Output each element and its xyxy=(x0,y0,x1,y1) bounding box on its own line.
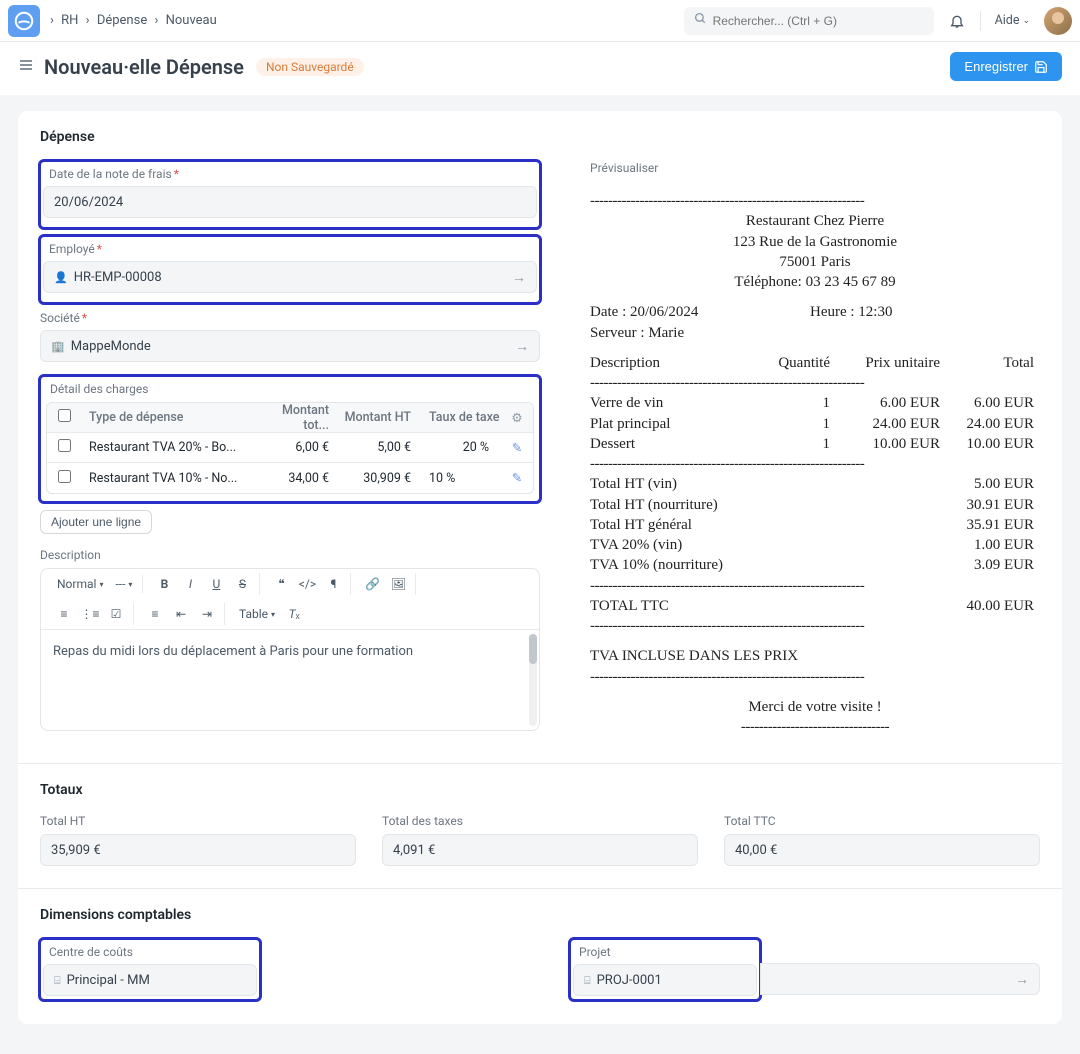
employee-field-highlight: Employé* 👤HR-EMP-00008 → xyxy=(40,236,540,303)
underline-icon[interactable]: U xyxy=(205,573,227,595)
employee-input[interactable]: 👤HR-EMP-00008 → xyxy=(43,261,537,293)
total-ht-label: Total HT xyxy=(40,814,356,828)
unsaved-badge: Non Sauvegardé xyxy=(256,58,364,76)
notifications-icon[interactable] xyxy=(948,12,966,30)
col-header-type: Type de dépense xyxy=(81,410,257,425)
total-ht-value: 35,909 € xyxy=(40,834,356,866)
description-label: Description xyxy=(40,548,540,562)
rich-text-editor: Normal ▾ --- ▾ B I U S ❝ </> ¶ xyxy=(40,568,540,731)
costcenter-label: Centre de coûts xyxy=(43,941,257,959)
arrow-right-icon[interactable]: → xyxy=(1015,971,1029,988)
align-left-icon[interactable]: ≡ xyxy=(144,603,166,625)
user-avatar[interactable] xyxy=(1044,7,1072,35)
pilcrow-icon[interactable]: ¶ xyxy=(322,573,344,595)
col-header-ht: Montant HT xyxy=(339,410,421,425)
image-icon[interactable]: 🖼 xyxy=(387,573,409,595)
row-checkbox[interactable] xyxy=(58,439,71,452)
app-logo[interactable] xyxy=(8,5,40,37)
rte-paragraph-select[interactable]: Normal ▾ xyxy=(53,575,107,593)
list-bullet-icon[interactable]: ⋮≡ xyxy=(79,603,101,625)
tree-icon: ⌸ xyxy=(584,974,591,987)
costcenter-input[interactable]: ⌸Principal - MM xyxy=(43,964,257,996)
col-header-total: Montant tot... xyxy=(257,403,339,433)
breadcrumb[interactable]: › RH › Dépense › Nouveau xyxy=(48,13,219,28)
company-input[interactable]: 🏢MappeMonde → xyxy=(40,330,540,362)
menu-toggle-icon[interactable] xyxy=(18,57,34,77)
table-row[interactable]: Restaurant TVA 10% - No... 34,00 € 30,90… xyxy=(47,463,533,493)
search-input[interactable] xyxy=(713,14,924,28)
date-field-highlight: Date de la note de frais* 20/06/2024 xyxy=(40,161,540,228)
row-checkbox[interactable] xyxy=(58,470,71,483)
table-row[interactable]: Restaurant TVA 20% - Bo... 6,00 € 5,00 €… xyxy=(47,433,533,463)
total-ttc-label: Total TTC xyxy=(724,814,1040,828)
clear-format-icon[interactable]: Tₓ xyxy=(283,603,305,625)
charges-label: Détail des charges xyxy=(46,382,534,396)
indent-decrease-icon[interactable]: ⇤ xyxy=(170,603,192,625)
project-input[interactable]: ⌸PROJ-0001 xyxy=(573,964,757,996)
arrow-right-icon[interactable]: → xyxy=(512,269,526,286)
building-icon: 🏢 xyxy=(51,340,65,353)
bold-icon[interactable]: B xyxy=(153,573,175,595)
italic-icon[interactable]: I xyxy=(179,573,201,595)
rte-table-select[interactable]: Table ▾ xyxy=(235,605,279,623)
topbar: › RH › Dépense › Nouveau Aide ⌄ xyxy=(0,0,1080,42)
edit-row-icon[interactable]: ✎ xyxy=(501,470,533,486)
company-label: Société* xyxy=(40,311,540,325)
strike-icon[interactable]: S xyxy=(231,573,253,595)
section-totals-heading: Totaux xyxy=(40,782,1040,798)
project-arrow-ext[interactable]: → xyxy=(760,963,1040,995)
person-icon: 👤 xyxy=(54,271,68,284)
list-check-icon[interactable]: ☑ xyxy=(105,603,127,625)
charges-table: Type de dépense Montant tot... Montant H… xyxy=(46,402,534,494)
titlebar: Nouveau·elle Dépense Non Sauvegardé Enre… xyxy=(0,42,1080,95)
gear-icon[interactable]: ⚙ xyxy=(501,410,533,426)
list-ordered-icon[interactable]: ≡ xyxy=(53,603,75,625)
project-highlight: Projet ⌸PROJ-0001 xyxy=(570,939,760,1000)
add-row-button[interactable]: Ajouter une ligne xyxy=(40,510,152,534)
project-label: Projet xyxy=(573,941,757,959)
global-search[interactable] xyxy=(684,7,934,35)
page-title: Nouveau·elle Dépense xyxy=(44,55,244,79)
receipt-preview: ----------------------------------------… xyxy=(590,187,1040,741)
link-icon[interactable]: 🔗 xyxy=(361,573,383,595)
section-dims-heading: Dimensions comptables xyxy=(40,907,1040,923)
search-icon xyxy=(694,12,707,29)
col-header-tax: Taux de taxe xyxy=(421,410,501,425)
date-label: Date de la note de frais* xyxy=(43,163,537,181)
total-tax-value: 4,091 € xyxy=(382,834,698,866)
scrollbar[interactable] xyxy=(529,634,537,726)
edit-row-icon[interactable]: ✎ xyxy=(501,440,533,456)
code-icon[interactable]: </> xyxy=(296,573,318,595)
employee-label: Employé* xyxy=(43,238,537,256)
charges-highlight: Détail des charges Type de dépense Monta… xyxy=(40,376,540,502)
rte-toolbar: Normal ▾ --- ▾ B I U S ❝ </> ¶ xyxy=(41,569,539,630)
help-link[interactable]: Aide ⌄ xyxy=(995,13,1030,28)
costcenter-highlight: Centre de coûts ⌸Principal - MM xyxy=(40,939,260,1000)
total-ttc-value: 40,00 € xyxy=(724,834,1040,866)
quote-icon[interactable]: ❝ xyxy=(270,573,292,595)
indent-increase-icon[interactable]: ⇥ xyxy=(196,603,218,625)
arrow-right-icon[interactable]: → xyxy=(515,338,529,355)
select-all-checkbox[interactable] xyxy=(58,409,71,422)
rte-textarea[interactable]: Repas du midi lors du déplacement à Pari… xyxy=(41,630,539,730)
rte-fontsize-select[interactable]: --- ▾ xyxy=(111,575,136,593)
date-input[interactable]: 20/06/2024 xyxy=(43,186,537,218)
preview-label: Prévisualiser xyxy=(590,161,1040,175)
save-icon xyxy=(1034,60,1048,74)
total-tax-label: Total des taxes xyxy=(382,814,698,828)
section-expense-heading: Dépense xyxy=(40,129,1040,145)
save-button[interactable]: Enregistrer xyxy=(950,52,1062,81)
tree-icon: ⌸ xyxy=(54,974,61,987)
